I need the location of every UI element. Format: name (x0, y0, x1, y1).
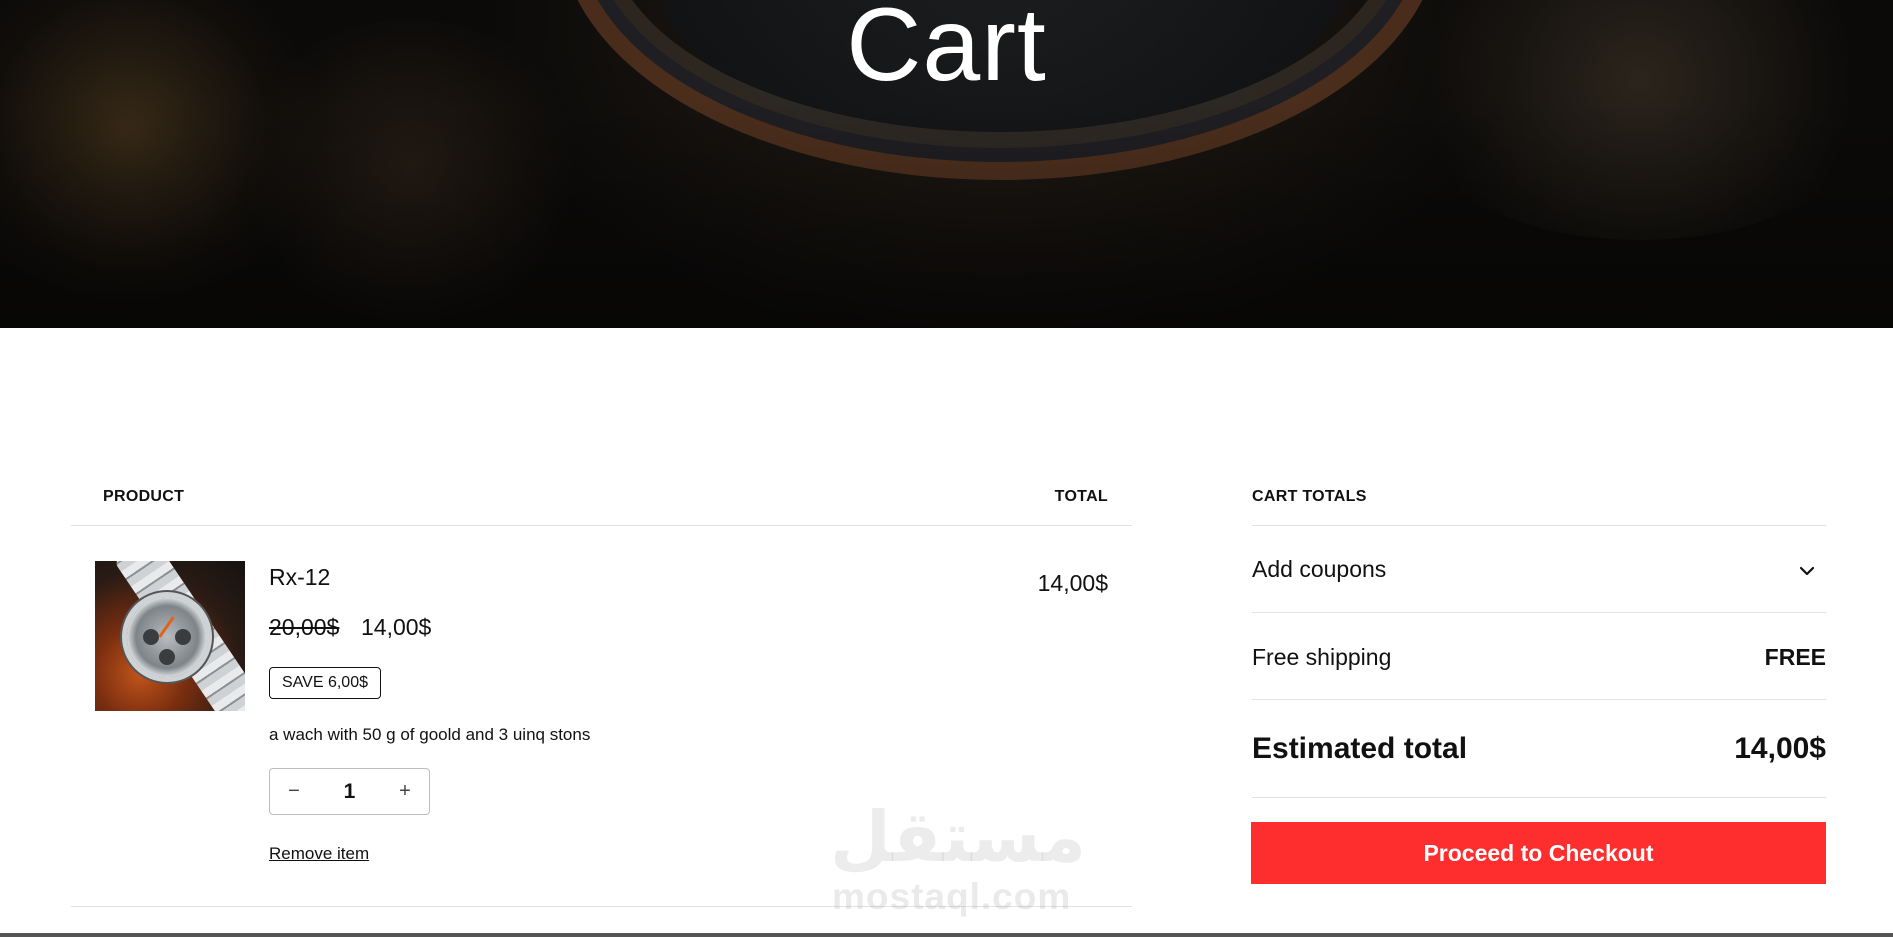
product-thumbnail[interactable] (95, 561, 245, 711)
watermark-arabic: مستقل (830, 796, 1087, 878)
column-header-product: PRODUCT (103, 488, 185, 505)
save-badge: SAVE 6,00$ (269, 667, 381, 699)
page-title: Cart (846, 0, 1047, 103)
increase-quantity-button[interactable]: + (381, 769, 429, 814)
quantity-stepper: − 1 + (269, 768, 430, 815)
thumbnail-subdial (143, 629, 159, 645)
hero-banner: Cart (0, 0, 1893, 328)
thumbnail-subdial (159, 649, 175, 665)
product-name[interactable]: Rx-12 (269, 564, 330, 591)
decrease-quantity-button[interactable]: − (270, 769, 318, 814)
proceed-to-checkout-button[interactable]: Proceed to Checkout (1251, 822, 1826, 884)
original-price: 20,00$ (269, 614, 340, 640)
shipping-label: Free shipping (1252, 644, 1392, 670)
totals-divider (1252, 699, 1826, 700)
totals-divider (1252, 797, 1826, 798)
thumbnail-subdial (175, 629, 191, 645)
quantity-value[interactable]: 1 (318, 780, 381, 804)
estimated-total-label: Estimated total (1252, 732, 1468, 765)
shipping-value: FREE (1764, 644, 1826, 670)
column-header-total: TOTAL (1054, 488, 1108, 505)
add-coupons-toggle[interactable]: Add coupons (1252, 556, 1386, 583)
totals-divider (1252, 525, 1826, 526)
watermark-latin: mostaql.com (832, 876, 1072, 917)
estimated-total-value: 14,00$ (1734, 732, 1826, 765)
remove-item-link[interactable]: Remove item (269, 844, 369, 864)
cart-totals-heading: CART TOTALS (1252, 488, 1367, 505)
table-header-divider (71, 525, 1132, 526)
line-total: 14,00$ (1037, 570, 1108, 596)
chevron-down-icon[interactable] (1796, 560, 1818, 582)
thumbnail-watch-case (127, 597, 207, 677)
bottom-edge-bar (0, 933, 1893, 937)
product-description: a wach with 50 g of goold and 3 uinq sto… (269, 725, 591, 744)
sale-price: 14,00$ (361, 614, 432, 640)
totals-divider (1252, 612, 1826, 613)
